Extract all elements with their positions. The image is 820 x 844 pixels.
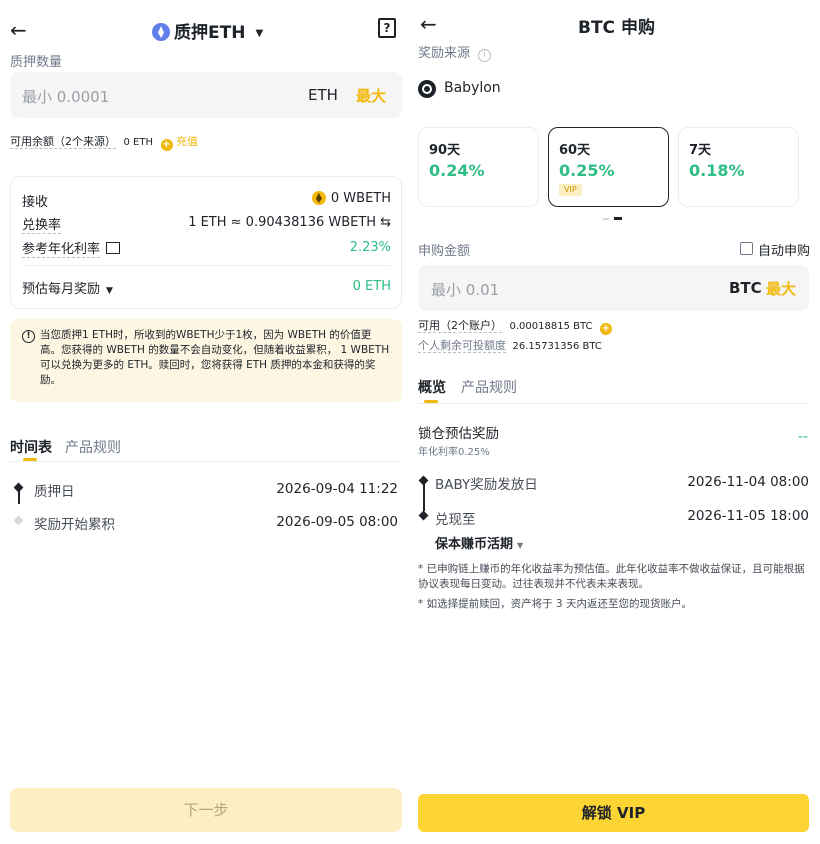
page-title: BTC 申购 [578,18,655,38]
rate-label: 兑换率 [22,214,62,234]
tab-underline [10,461,402,462]
page-dot-active [614,217,622,220]
redeem-target-select[interactable]: 保本赚币活期 ▼ [435,533,523,552]
amount-placeholder: 最小 0.0001 [22,88,110,106]
amount-unit: ETH [308,86,338,104]
stake-summary-card: 接收 0 WBETH 兑换率 1 ETH ≈ 0.90438136 WBETH ⇆… [10,176,402,309]
footnote: * 已申购链上赚币的年化收益率为预估值。此年化收益率不做收益保证，且可能根据协议… [418,563,805,590]
timeline-label: BABY奖励发放日 [435,477,538,493]
term-card-60d[interactable]: 60天 0.25% VIP [548,127,669,207]
help-book-icon[interactable]: ? [378,18,396,38]
max-button[interactable]: 最大 [356,85,386,106]
plus-icon[interactable]: + [160,139,173,151]
apr-label: 参考年化利率 [22,238,121,258]
btc-subscribe-screen: ← BTC 申购 奖励来源 i Babylon 90天 0.24% 60天 0.2… [410,0,820,844]
timeline-label: 奖励开始累积 [34,517,115,533]
info-icon[interactable]: i [478,49,492,62]
stake-amount-input[interactable]: 最小 0.0001 ETH 最大 [10,72,402,118]
plus-icon[interactable]: + [599,323,612,335]
timeline-label: 兑现至 [435,512,476,528]
tab-timeline[interactable]: 时间表 [10,437,52,457]
apr-value: 2.23% [349,240,391,255]
rate-value: 1 ETH ≈ 0.90438136 WBETH ⇆ [188,215,391,230]
timeline-value: 2026-09-05 08:00 [276,514,398,530]
divider [22,265,390,266]
stake-eth-screen: ← 质押ETH ▼ ? 质押数量 最小 0.0001 ETH 最大 可用余额（2个… [0,0,410,844]
term-card-7d[interactable]: 7天 0.18% [678,127,799,207]
wbeth-notice: ! 当您质押1 ETH时，所收到的WBETH少于1枚，因为 WBETH 的价值更… [10,319,402,402]
subscribe-amount-label: 申购金额 [418,244,471,259]
timeline-dot [418,510,429,521]
chevron-down-icon: ▼ [255,28,264,39]
available-balance: 可用余额（2个来源） 0 ETH + 充值 [10,135,198,151]
timeline-value: 2026-11-04 08:00 [687,474,809,490]
timeline-line [18,490,20,504]
swap-icon[interactable]: ⇆ [380,215,391,230]
page-dot [603,218,609,220]
locked-reward-label: 锁仓预估奖励 [418,426,499,442]
unlock-vip-button[interactable]: 解锁 VIP [418,794,809,832]
amount-unit: BTC [729,279,762,297]
recharge-link[interactable]: 充值 [176,135,198,148]
amount-label: 质押数量 [10,55,63,70]
provider-name: Babylon [444,80,501,96]
chart-icon[interactable] [106,242,121,254]
info-icon: ! [22,330,35,343]
tab-product-rules[interactable]: 产品规则 [461,377,517,397]
auto-subscribe-toggle[interactable]: 自动申购 [739,240,810,259]
auto-subscribe-checkbox[interactable] [739,242,753,255]
locked-reward-apr: 年化利率0.25% [418,447,490,458]
tab-underline [418,403,809,404]
max-button[interactable]: 最大 [766,278,796,299]
wbeth-coin-icon [311,191,326,205]
timeline-line [423,483,425,511]
caret-down-icon: ▼ [517,541,524,550]
page-title[interactable]: 质押ETH ▼ [152,18,263,43]
timeline-value: 2026-11-05 18:00 [687,508,809,524]
tab-product-rules[interactable]: 产品规则 [65,437,121,457]
monthly-reward-toggle[interactable]: 预估每月奖励 ▼ [22,278,113,297]
vip-tag: VIP [559,184,582,196]
babylon-logo-icon [418,80,436,98]
reward-source-label: 奖励来源 i [418,42,492,62]
available-balance: 可用（2个账户） 0.00018815 BTC + [418,319,612,335]
subscribe-amount-input[interactable]: 最小 0.01 BTC 最大 [418,265,809,311]
receive-value: 0 WBETH [311,191,391,206]
back-arrow-icon[interactable]: ← [420,14,437,34]
personal-quota: 个人剩余可投额度 26.15731356 BTC [418,339,602,353]
back-arrow-icon[interactable]: ← [10,20,27,40]
eth-logo-icon [152,23,170,41]
timeline-label: 质押日 [34,484,75,500]
timeline-dot [13,515,24,526]
caret-down-icon: ▼ [106,286,113,296]
next-button[interactable]: 下一步 [10,788,402,832]
receive-label: 接收 [22,195,49,210]
amount-placeholder: 最小 0.01 [431,281,500,299]
tab-overview[interactable]: 概览 [418,377,446,397]
locked-reward-value: -- [797,429,808,445]
timeline-value: 2026-09-04 11:22 [276,481,398,497]
monthly-reward-value: 0 ETH [352,279,391,294]
footnote: * 如选择提前赎回，资产将于 3 天内返还至您的现货账户。 [418,598,692,610]
term-card-90d[interactable]: 90天 0.24% [418,127,539,207]
